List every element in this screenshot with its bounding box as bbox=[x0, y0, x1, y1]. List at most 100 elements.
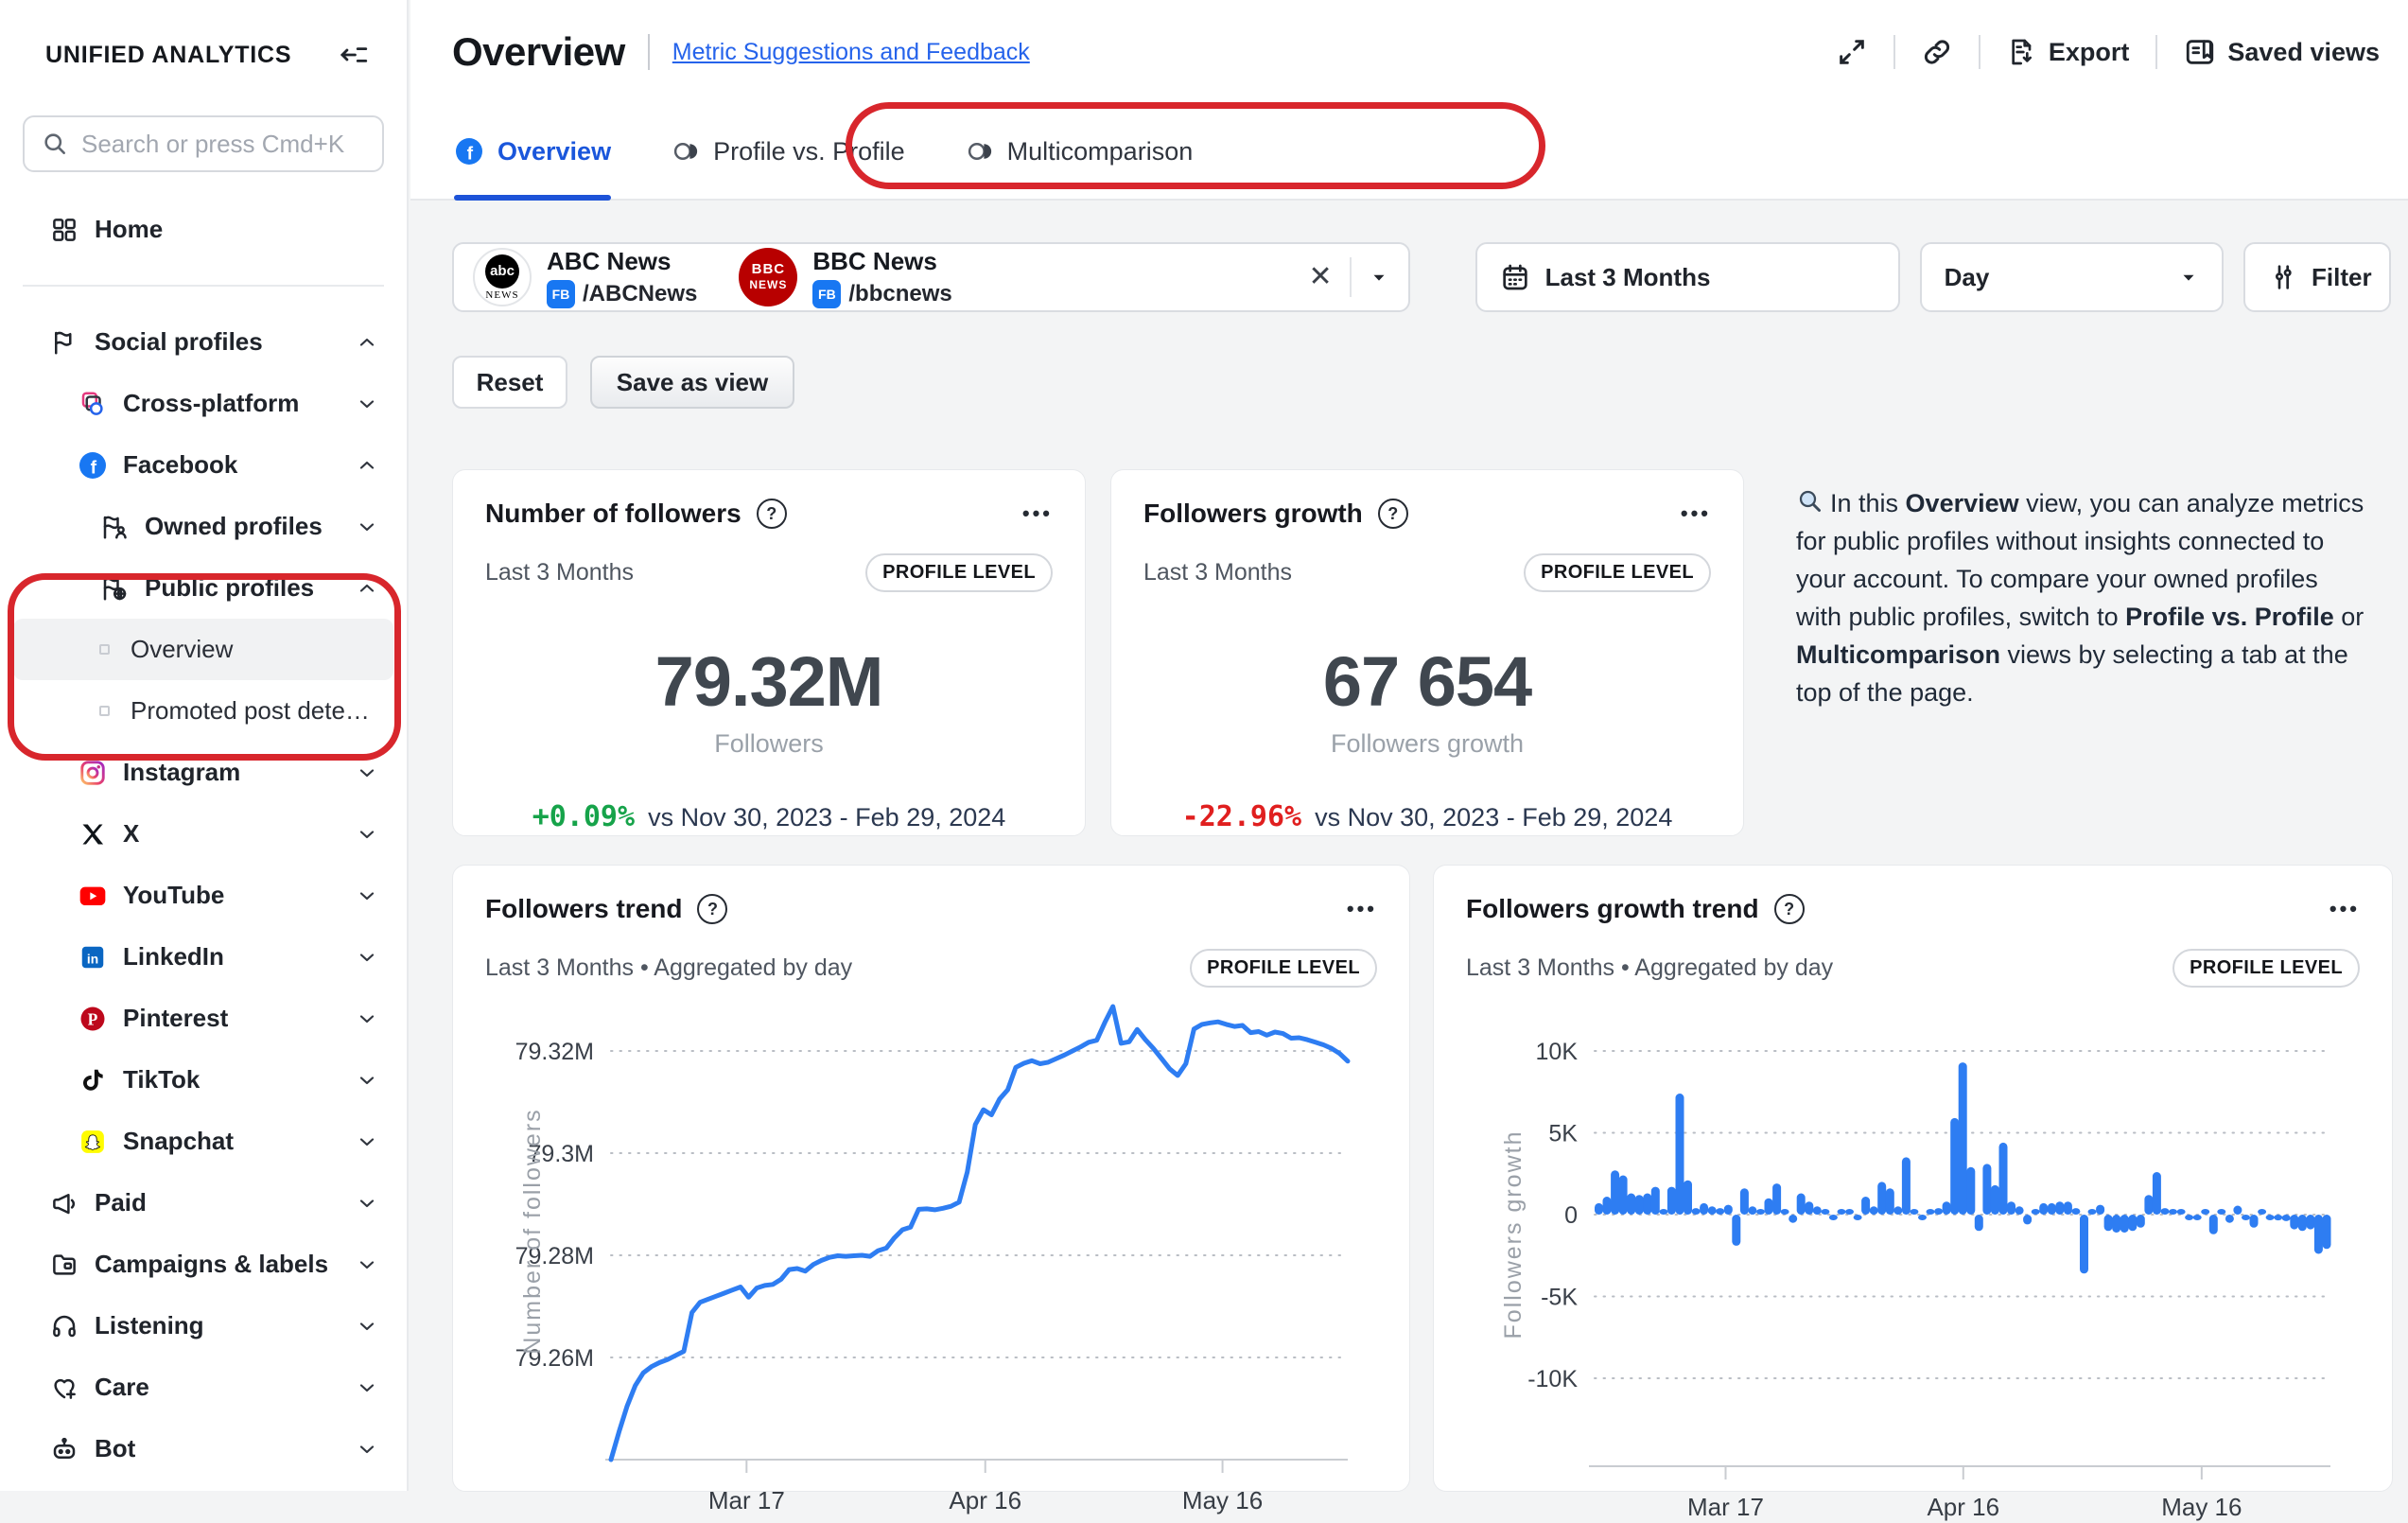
sidebar-item-care[interactable]: Care bbox=[0, 1357, 407, 1418]
profile-selector[interactable]: abcNEWS ABC News FB/ABCNews BBCNEWS BBC … bbox=[452, 242, 1410, 312]
header-separator bbox=[1979, 35, 1980, 69]
help-icon[interactable]: ? bbox=[697, 894, 727, 924]
export-button[interactable]: Export bbox=[2007, 37, 2130, 67]
metric-value: 79.32M bbox=[485, 641, 1053, 722]
metric-suggestions-link[interactable]: Metric Suggestions and Feedback bbox=[672, 39, 1030, 66]
page-title: Overview bbox=[452, 29, 625, 75]
share-link-button[interactable] bbox=[1922, 37, 1952, 67]
help-icon[interactable]: ? bbox=[757, 499, 787, 529]
sidebar-item-cross-platform[interactable]: Cross-platform bbox=[0, 373, 407, 434]
care-heart-icon bbox=[50, 1374, 79, 1402]
export-icon bbox=[2007, 37, 2037, 67]
chip-separator bbox=[1350, 257, 1352, 297]
public-profiles-icon bbox=[100, 574, 129, 603]
sidebar-item-x[interactable]: X bbox=[0, 803, 407, 865]
svg-text:79.32M: 79.32M bbox=[515, 1039, 594, 1065]
followers-metric-card: Number of followers ? ••• Last 3 Months … bbox=[452, 469, 1086, 836]
owned-profiles-icon bbox=[100, 513, 129, 541]
sidebar-item-social-profiles[interactable]: Social profiles bbox=[0, 311, 407, 373]
sidebar-item-youtube[interactable]: YouTube bbox=[0, 865, 407, 926]
collapse-sidebar-icon bbox=[338, 39, 370, 71]
card-period: Last 3 Months • Aggregated by day bbox=[1466, 954, 1833, 982]
card-period: Last 3 Months bbox=[485, 559, 634, 586]
help-icon[interactable]: ? bbox=[1378, 499, 1408, 529]
filter-button[interactable]: Filter bbox=[2243, 242, 2391, 312]
fb-network-badge: FB bbox=[812, 280, 841, 308]
search-input[interactable] bbox=[81, 130, 365, 159]
save-as-view-button[interactable]: Save as view bbox=[590, 356, 794, 409]
abc-news-avatar: abcNEWS bbox=[473, 248, 532, 306]
chevron-down-icon bbox=[356, 1069, 378, 1092]
granularity-dropdown[interactable]: Day bbox=[1920, 242, 2224, 312]
sidebar-item-pinterest[interactable]: PPinterest bbox=[0, 988, 407, 1049]
svg-text:Number of followers: Number of followers bbox=[519, 1108, 546, 1354]
sidebar-item-snapchat[interactable]: Snapchat bbox=[0, 1111, 407, 1172]
metric-value-label: Followers bbox=[485, 729, 1053, 759]
reset-button[interactable]: Reset bbox=[452, 356, 567, 409]
card-menu-button[interactable]: ••• bbox=[1347, 897, 1377, 921]
facebook-icon: f bbox=[78, 450, 108, 481]
sidebar-item-linkedin[interactable]: inLinkedIn bbox=[0, 926, 407, 988]
view-tabs: fOverview Profile vs. Profile Multicompari… bbox=[410, 104, 2408, 201]
card-title: Followers growth trend bbox=[1466, 894, 1759, 924]
card-menu-button[interactable]: ••• bbox=[2329, 897, 2360, 921]
bot-icon bbox=[50, 1435, 79, 1463]
sidebar: UNIFIED ANALYTICS Home Social profilesCro… bbox=[0, 0, 409, 1491]
sidebar-item-instagram[interactable]: Instagram bbox=[0, 742, 407, 803]
chevron-down-icon bbox=[356, 516, 378, 538]
sidebar-item-overview[interactable]: Overview bbox=[13, 619, 393, 680]
tab-multicomparison[interactable]: Multicomparison bbox=[966, 104, 1194, 199]
saved-views-button[interactable]: Saved views bbox=[2184, 36, 2380, 68]
svg-text:May 16: May 16 bbox=[2161, 1493, 2242, 1521]
sidebar-item-bot[interactable]: Bot bbox=[0, 1418, 407, 1479]
compare-icon bbox=[672, 137, 700, 166]
chevron-down-icon bbox=[356, 884, 378, 907]
link-icon bbox=[1922, 37, 1952, 67]
card-title: Followers trend bbox=[485, 894, 682, 924]
followers-growth-trend-chart[interactable]: 10K5K0-5K-10KMar 17Apr 16May 16Followers… bbox=[1466, 993, 2360, 1523]
sidebar-item-home[interactable]: Home bbox=[0, 199, 407, 260]
sidebar-item-tiktok[interactable]: TikTok bbox=[0, 1049, 407, 1111]
chevron-down-icon bbox=[356, 393, 378, 415]
sidebar-item-owned-profiles[interactable]: Owned profiles bbox=[0, 496, 407, 557]
help-icon[interactable]: ? bbox=[1774, 894, 1805, 924]
profile-chip-bbcnews[interactable]: BBCNEWS BBC News FB/bbcnews bbox=[739, 247, 951, 308]
svg-text:-5K: -5K bbox=[1541, 1285, 1578, 1311]
sidebar-divider bbox=[23, 285, 384, 287]
card-menu-button[interactable]: ••• bbox=[1681, 501, 1711, 526]
search-box[interactable] bbox=[23, 115, 384, 172]
cross-platform-icon bbox=[79, 390, 107, 418]
svg-text:0: 0 bbox=[1564, 1202, 1578, 1229]
chevron-down-icon bbox=[356, 1192, 378, 1215]
card-menu-button[interactable]: ••• bbox=[1022, 501, 1053, 526]
sidebar-item-public-profiles[interactable]: Public profiles bbox=[0, 557, 407, 619]
sidebar-item-facebook[interactable]: fFacebook bbox=[0, 434, 407, 496]
filter-label: Filter bbox=[2312, 263, 2372, 292]
profile-chip-abcnews[interactable]: abcNEWS ABC News FB/ABCNews bbox=[473, 247, 697, 308]
collapse-sidebar-button[interactable] bbox=[335, 36, 373, 74]
tiktok-icon bbox=[79, 1066, 107, 1094]
followers-growth-trend-card: Followers growth trend ? ••• Last 3 Mont… bbox=[1433, 865, 2393, 1492]
sidebar-item-listening[interactable]: Listening bbox=[0, 1295, 407, 1357]
app-brand: UNIFIED ANALYTICS bbox=[45, 42, 291, 69]
calendar-icon bbox=[1500, 262, 1530, 292]
main-area: Overview Metric Suggestions and Feedback bbox=[410, 0, 2408, 1491]
growth-metric-card: Followers growth ? ••• Last 3 Months PRO… bbox=[1110, 469, 1744, 836]
date-range-button[interactable]: Last 3 Months bbox=[1475, 242, 1900, 312]
tab-profile-vs-profile[interactable]: Profile vs. Profile bbox=[672, 104, 905, 199]
clear-profiles-button[interactable]: ✕ bbox=[1308, 263, 1332, 291]
home-icon bbox=[50, 216, 79, 244]
compare-icon bbox=[966, 137, 994, 166]
expand-button[interactable] bbox=[1837, 37, 1867, 67]
youtube-icon bbox=[78, 881, 108, 911]
svg-text:Followers growth: Followers growth bbox=[1500, 1130, 1527, 1339]
metric-value-label: Followers growth bbox=[1143, 729, 1711, 759]
sidebar-item-promoted-post-dete[interactable]: Promoted post dete… bbox=[0, 680, 407, 742]
x-icon bbox=[79, 821, 106, 848]
sidebar-item-campaigns-labels[interactable]: Campaigns & labels bbox=[0, 1234, 407, 1295]
sidebar-item-paid[interactable]: Paid bbox=[0, 1172, 407, 1234]
chevron-down-icon bbox=[356, 946, 378, 969]
followers-trend-chart[interactable]: 79.32M79.3M79.28M79.26MMar 17Apr 16May 1… bbox=[485, 993, 1377, 1523]
profile-dropdown-caret[interactable] bbox=[1369, 267, 1389, 288]
tab-overview[interactable]: fOverview bbox=[454, 104, 611, 199]
